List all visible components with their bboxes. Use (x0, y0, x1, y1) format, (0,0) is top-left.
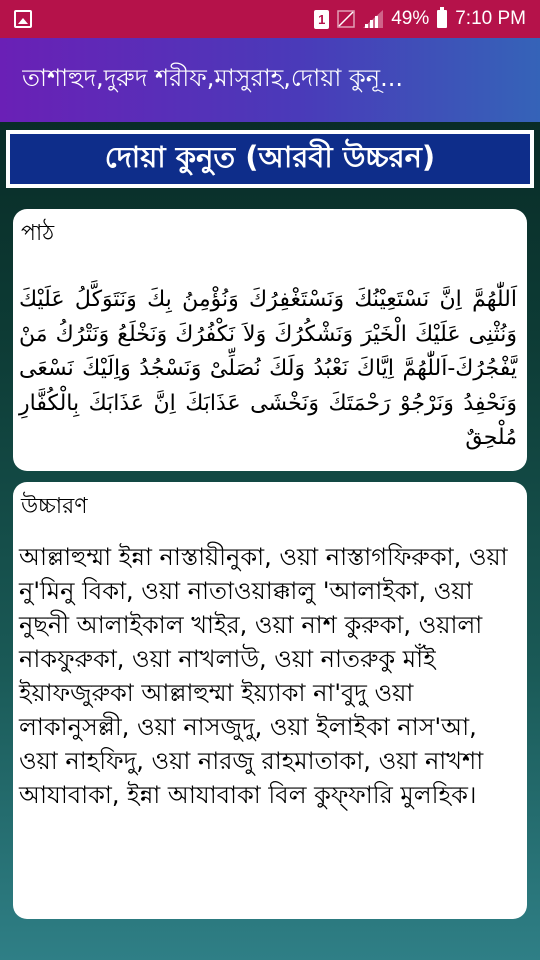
battery-icon (437, 7, 448, 28)
path-label: পাঠ (21, 221, 55, 246)
app-bar: তাশাহুদ,দুরুদ শরীফ,মাসুরাহ,দোয়া কুনূ... (0, 38, 540, 122)
pronunciation-card: উচ্চারণ আল্লাহুম্মা ইন্না নাস্তায়ীনুকা,… (13, 482, 527, 919)
pronunciation-label: উচ্চারণ (21, 494, 88, 519)
sim-slot-icon: 1 (314, 9, 330, 29)
clock: 7:10 PM (455, 8, 526, 29)
arabic-text-card: পাঠ اَللّٰهُمَّ اِنَّ نَسْتَعِيْنُكَ وَن… (13, 209, 527, 471)
gallery-notification-icon (14, 10, 32, 28)
section-header: দোয়া কুনুত (আরবী উচ্চরন) (6, 130, 534, 188)
section-title: দোয়া কুনুত (আরবী উচ্চরন) (10, 134, 530, 184)
battery-percent: 49% (391, 8, 430, 29)
no-signal-icon (337, 10, 355, 28)
signal-strength-icon (363, 10, 384, 28)
arabic-dua-text: اَللّٰهُمَّ اِنَّ نَسْتَعِيْنُكَ وَنَسْت… (19, 287, 517, 450)
app-bar-title: তাশাহুদ,দুরুদ শরীফ,মাসুরাহ,দোয়া কুনূ... (22, 64, 403, 92)
pronunciation-text: আল্লাহুম্মা ইন্না নাস্তায়ীনুকা, ওয়া না… (19, 543, 508, 809)
status-bar: 1 49% 7:10 PM (0, 0, 540, 38)
